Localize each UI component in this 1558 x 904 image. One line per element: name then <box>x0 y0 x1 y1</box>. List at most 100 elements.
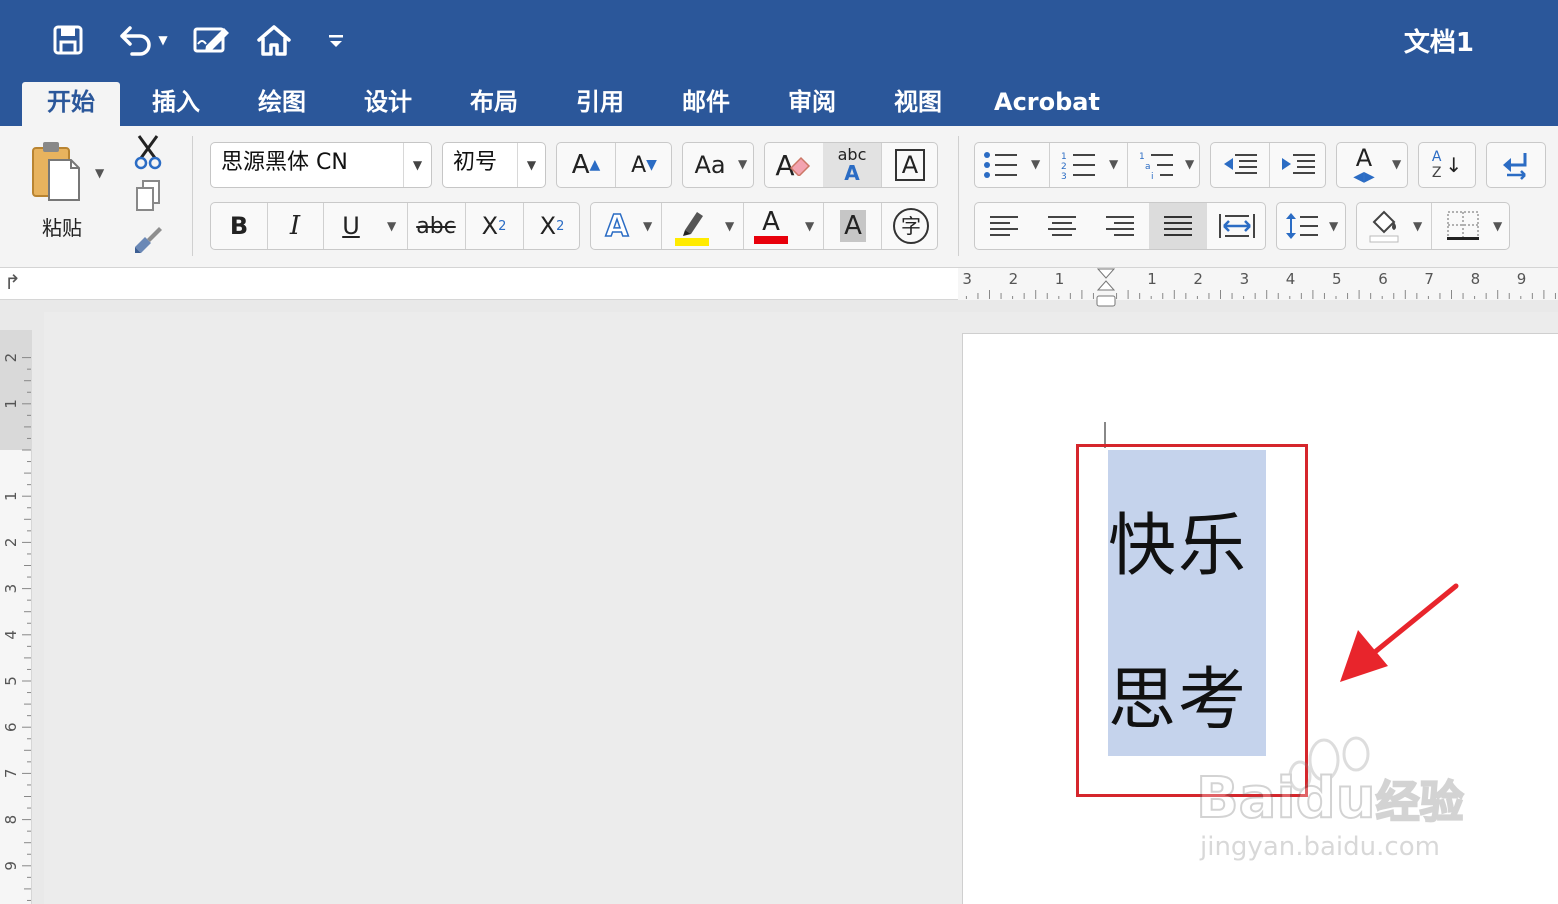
italic-button[interactable]: I <box>267 203 323 249</box>
tab-acrobat[interactable]: Acrobat <box>990 82 1104 126</box>
ruler-label: 1 <box>2 399 20 409</box>
numbering-button[interactable]: 123 <box>1053 143 1105 187</box>
tab-home[interactable]: 开始 <box>22 82 120 126</box>
font-color-swatch <box>754 236 788 244</box>
tab-stop-selector-icon[interactable]: ↱ <box>4 270 21 294</box>
vertical-ruler[interactable]: 2 1 1 2 3 4 5 6 7 8 9 <box>0 330 32 904</box>
phonetic-guide-button[interactable]: 字 <box>883 203 939 249</box>
chevron-down-icon[interactable]: ▼ <box>1031 157 1040 171</box>
tab-design[interactable]: 设计 <box>352 82 424 126</box>
indent-marker-icon[interactable] <box>1094 268 1118 308</box>
chevron-down-icon[interactable]: ▼ <box>1493 219 1502 233</box>
clear-formatting-button[interactable]: A <box>765 143 823 187</box>
show-marks-group <box>1486 142 1546 188</box>
increase-indent-button[interactable] <box>1269 143 1327 187</box>
font-name-select[interactable]: 思源黑体 CN ▼ <box>210 142 432 188</box>
svg-text:1: 1 <box>1139 152 1145 162</box>
spell-letter: A <box>844 161 860 185</box>
superscript-letter: X <box>539 212 557 240</box>
clipboard-icon <box>32 142 80 201</box>
horizontal-ruler[interactable]: 3 2 1 1 2 3 4 5 6 7 8 9 <box>958 268 1558 307</box>
tab-layout[interactable]: 布局 <box>458 82 530 126</box>
ribbon-home: ▼ 粘贴 思源黑体 CN ▼ 初号 ▼ A ▲ A ▼ Aa ▼ A abc A… <box>0 126 1558 268</box>
chevron-down-icon[interactable]: ▼ <box>643 219 652 233</box>
bullets-button[interactable] <box>975 143 1027 187</box>
ruler-label: 2 <box>2 538 20 548</box>
watermark: Baidu经验 jingyan.baidu.com <box>1195 730 1486 874</box>
cut-icon[interactable] <box>130 132 166 172</box>
horizontal-ruler-bar: ↱ 3 2 1 1 2 3 4 5 6 7 8 9 <box>0 268 1558 307</box>
home-icon[interactable] <box>252 20 296 60</box>
phonetic-guide-label: 字 <box>893 208 929 244</box>
save-icon[interactable] <box>50 20 86 60</box>
character-shading-button[interactable]: A <box>827 203 879 249</box>
chevron-down-icon[interactable]: ▼ <box>1185 157 1194 171</box>
triangle-up-icon: ▲ <box>589 157 601 173</box>
paste-dropdown-icon[interactable]: ▼ <box>95 166 104 180</box>
chevron-down-icon[interactable]: ▼ <box>738 157 747 171</box>
format-painter-icon[interactable] <box>130 220 166 260</box>
spell-check-button[interactable]: abc A <box>823 143 881 187</box>
tab-references[interactable]: 引用 <box>564 82 636 126</box>
justify-button[interactable] <box>1149 203 1207 249</box>
paste-button[interactable] <box>22 136 88 206</box>
superscript-button[interactable]: X2 <box>523 203 581 249</box>
line-spacing-group: ▼ <box>1276 202 1346 250</box>
distributed-icon <box>1219 214 1255 238</box>
chevron-down-icon[interactable]: ▼ <box>725 219 734 233</box>
borders-button[interactable] <box>1435 203 1491 249</box>
sort-button[interactable]: A Z ↓ <box>1419 143 1475 187</box>
underline-dropdown-icon[interactable]: ▼ <box>387 219 396 233</box>
copy-icon[interactable] <box>130 176 166 216</box>
strikethrough-button[interactable]: abc <box>407 203 465 249</box>
align-left-button[interactable] <box>975 203 1033 249</box>
chevron-down-icon[interactable]: ▼ <box>1413 219 1422 233</box>
paint-bucket-icon <box>1369 210 1399 243</box>
ruler-label: 7 <box>1424 270 1434 288</box>
undo-button[interactable]: ▼ <box>110 20 174 60</box>
ruler-label: 1 <box>2 491 20 501</box>
ruler-label: 3 <box>2 584 20 594</box>
tab-review[interactable]: 审阅 <box>776 82 848 126</box>
distributed-button[interactable] <box>1207 203 1267 249</box>
chevron-down-icon[interactable]: ▼ <box>805 219 814 233</box>
font-color-button[interactable]: A <box>747 203 795 249</box>
highlight-color-button[interactable] <box>665 203 719 249</box>
paragraph-mark-icon <box>1503 153 1527 180</box>
chevron-down-icon[interactable]: ▼ <box>1109 157 1118 171</box>
tab-draw[interactable]: 绘图 <box>246 82 318 126</box>
font-size-select[interactable]: 初号 ▼ <box>442 142 546 188</box>
ruler-label: 6 <box>1378 270 1388 288</box>
character-border-button[interactable]: A <box>881 143 939 187</box>
chevron-down-icon[interactable]: ▼ <box>1392 157 1401 171</box>
svg-text:a: a <box>1145 162 1151 172</box>
decrease-indent-button[interactable] <box>1211 143 1269 187</box>
change-case-button[interactable]: Aa <box>683 143 737 187</box>
shrink-font-button[interactable]: A ▼ <box>615 143 673 187</box>
tab-mailings[interactable]: 邮件 <box>670 82 742 126</box>
bold-button[interactable]: B <box>211 203 267 249</box>
subscript-button[interactable]: X2 <box>465 203 523 249</box>
align-center-button[interactable] <box>1033 203 1091 249</box>
chevron-down-icon: ▼ <box>158 33 168 47</box>
multilevel-list-button[interactable]: 1ai <box>1131 143 1183 187</box>
asian-layout-button[interactable]: A ◀▶ <box>1337 143 1391 187</box>
grow-font-button[interactable]: A ▲ <box>557 143 615 187</box>
edit-document-icon[interactable] <box>190 20 234 60</box>
shading-button[interactable] <box>1357 203 1411 249</box>
text-effects-button[interactable]: A <box>591 203 643 249</box>
character-shading-letter: A <box>840 210 866 242</box>
tab-view[interactable]: 视图 <box>882 82 954 126</box>
ruler-label: 8 <box>1471 270 1481 288</box>
align-right-icon <box>1106 216 1134 236</box>
show-paragraph-marks-button[interactable] <box>1487 143 1545 187</box>
multilevel-list-icon: 1ai <box>1139 152 1173 180</box>
line-spacing-button[interactable] <box>1277 203 1327 249</box>
align-right-button[interactable] <box>1091 203 1149 249</box>
bulleted-list-icon <box>984 152 1017 178</box>
tab-insert[interactable]: 插入 <box>140 82 212 126</box>
customize-toolbar-icon[interactable] <box>322 20 350 60</box>
underline-button[interactable]: U <box>323 203 379 249</box>
decrease-indent-icon <box>1224 154 1257 174</box>
chevron-down-icon[interactable]: ▼ <box>1329 219 1338 233</box>
